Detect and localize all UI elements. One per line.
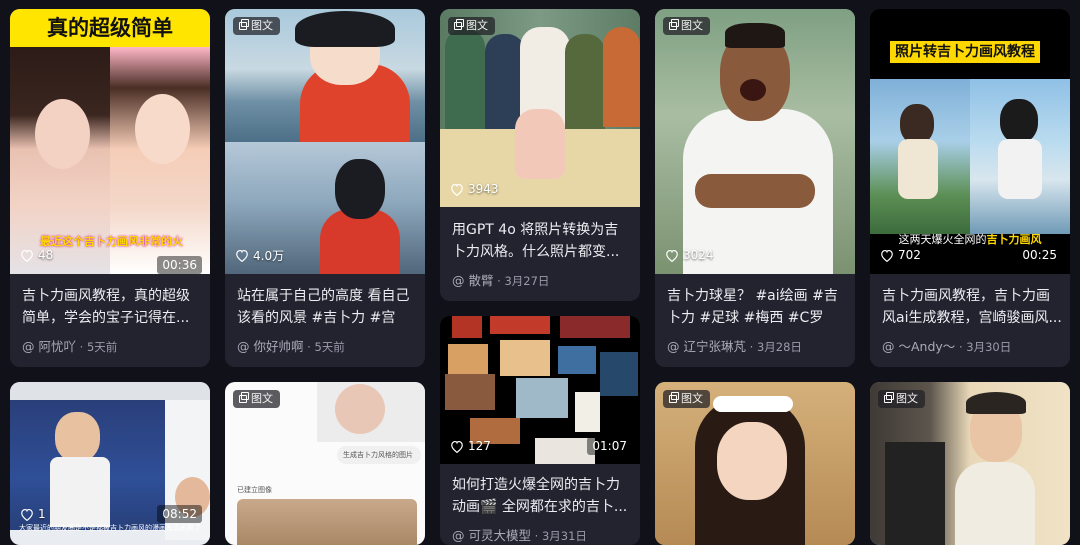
feed-card[interactable]: 图文 3943 用GPT 4o 将照片转换为吉卜力风格。什么照片都变... @ …	[440, 9, 640, 301]
image-gallery-icon	[239, 392, 249, 403]
badge-label: 图文	[896, 392, 918, 405]
thumbnail-caption-highlight: 吉卜力画风	[986, 233, 1042, 246]
card-meta: @ 可灵大模型 · 3月31日	[452, 525, 587, 544]
badge-label: 图文	[251, 392, 273, 405]
like-count-value: 3024	[683, 248, 714, 262]
like-count-value: 3943	[468, 182, 499, 196]
author-name[interactable]: @ 辽宁张琳芃	[667, 339, 746, 354]
thumbnail-banner-text: 照片转吉卜力画风教程	[890, 41, 1040, 63]
badge-label: 图文	[466, 19, 488, 32]
thumbnail-caption: 最近这个吉卜力画风非常的火	[40, 235, 183, 248]
like-count: 4.0万	[235, 246, 284, 264]
author-name[interactable]: @ ～Andy～	[882, 339, 955, 354]
like-count-value: 702	[898, 248, 921, 262]
feed-card[interactable]: 生成吉卜力风格的图片 已建立图像 图文	[225, 382, 425, 545]
image-thumbnail[interactable]: 图文 4.0万	[225, 9, 425, 274]
author-name[interactable]: @ 阿忧吖	[22, 339, 76, 354]
video-thumbnail[interactable]: 照片转吉卜力画风教程 这两天爆火全网的吉卜力画风 702 00:25	[870, 9, 1070, 274]
heart-icon	[451, 183, 463, 196]
chat-bubble-text: 生成吉卜力风格的图片	[343, 451, 413, 459]
media-type-badge: 图文	[448, 17, 495, 35]
media-type-badge: 图文	[233, 17, 280, 35]
video-duration: 01:07	[587, 437, 632, 455]
image-gallery-icon	[239, 19, 249, 30]
image-gallery-icon	[884, 392, 894, 403]
feed-card[interactable]: 图文	[870, 382, 1070, 545]
image-thumbnail[interactable]: 生成吉卜力风格的图片 已建立图像 图文	[225, 382, 425, 545]
video-thumbnail[interactable]: 真的超级简单 最近这个吉卜力画风非常的火 48 00:36	[10, 9, 210, 274]
like-count: 3943	[450, 180, 499, 198]
like-count-value: 1	[38, 507, 46, 521]
card-title[interactable]: 用GPT 4o 将照片转换为吉卜力风格。什么照片都变...	[452, 219, 632, 263]
like-count-value: 127	[468, 439, 491, 453]
card-title[interactable]: 吉卜力画风教程，真的超级简单，学会的宝子记得在...	[22, 285, 202, 329]
card-meta: @ 阿忧吖 · 5天前	[22, 336, 117, 355]
media-type-badge: 图文	[878, 390, 925, 408]
badge-label: 图文	[681, 19, 703, 32]
card-title[interactable]: 吉卜力球星？ #ai绘画 #吉卜力 #足球 #梅西 #C罗	[667, 285, 847, 329]
video-duration: 00:36	[157, 256, 202, 274]
image-thumbnail[interactable]: 图文	[870, 382, 1070, 545]
media-type-badge: 图文	[663, 390, 710, 408]
video-duration: 08:52	[157, 505, 202, 523]
author-name[interactable]: @ 散臂	[452, 273, 493, 288]
author-name[interactable]: @ 可灵大模型	[452, 528, 531, 543]
image-thumbnail[interactable]: 图文 3943	[440, 9, 640, 207]
post-time: · 3月31日	[534, 529, 587, 543]
image-thumbnail[interactable]: 图文	[655, 382, 855, 545]
feed-card[interactable]: 图文 3024 吉卜力球星？ #ai绘画 #吉卜力 #足球 #梅西 #C罗 @ …	[655, 9, 855, 367]
video-thumbnail[interactable]: 大家最近的朋友圈是不是都被吉卜力画风的漫画写真刷屏了 1 08:52	[10, 382, 210, 545]
generated-label: 已建立图像	[237, 486, 272, 494]
heart-icon	[21, 508, 33, 521]
badge-label: 图文	[251, 19, 273, 32]
author-name[interactable]: @ 你好帅啊	[237, 339, 303, 354]
thumbnail-banner: 真的超级简单	[10, 9, 210, 47]
media-type-badge: 图文	[233, 390, 280, 408]
media-type-badge: 图文	[663, 17, 710, 35]
card-meta: @ 辽宁张琳芃 · 3月28日	[667, 336, 802, 355]
like-count: 3024	[665, 246, 714, 264]
image-gallery-icon	[669, 19, 679, 30]
card-title[interactable]: 如何打造火爆全网的吉卜力动画🎬 全网都在求的吉卜...	[452, 474, 632, 518]
like-count: 48	[20, 246, 53, 264]
heart-icon	[666, 249, 678, 262]
like-count-value: 4.0万	[253, 248, 285, 263]
like-count: 1	[20, 505, 46, 523]
thumbnail-caption: 这两天爆火全网的吉卜力画风	[898, 233, 1042, 246]
feed-card[interactable]: 图文 4.0万 站在属于自己的高度 看自己该看的风景 #吉卜力 #宫崎... @…	[225, 9, 425, 367]
card-meta: @ 散臂 · 3月27日	[452, 270, 549, 289]
like-count-value: 48	[38, 248, 54, 262]
image-thumbnail[interactable]: 图文 3024	[655, 9, 855, 274]
thumbnail-banner: 照片转吉卜力画风教程	[870, 33, 1070, 73]
heart-icon	[236, 249, 248, 262]
feed-card[interactable]: 图文	[655, 382, 855, 545]
thumbnail-caption: 大家最近的朋友圈是不是都被吉卜力画风的漫画写真刷屏了	[19, 524, 201, 532]
video-duration: 00:25	[1017, 246, 1062, 264]
badge-label: 图文	[681, 392, 703, 405]
card-meta: @ ～Andy～ · 3月30日	[882, 336, 1011, 355]
like-count: 702	[880, 246, 921, 264]
feed-card[interactable]: 真的超级简单 最近这个吉卜力画风非常的火 48 00:36 吉卜力画风教程，真的…	[10, 9, 210, 367]
heart-icon	[451, 440, 463, 453]
post-time: · 5天前	[79, 340, 118, 354]
post-time: · 5天前	[307, 340, 345, 354]
heart-icon	[21, 249, 33, 262]
card-meta: @ 你好帅啊 · 5天前	[237, 336, 345, 355]
video-thumbnail[interactable]: 127 01:07	[440, 316, 640, 464]
feed-card[interactable]: 127 01:07 如何打造火爆全网的吉卜力动画🎬 全网都在求的吉卜... @ …	[440, 316, 640, 545]
image-gallery-icon	[454, 19, 464, 30]
image-gallery-icon	[669, 392, 679, 403]
like-count: 127	[450, 437, 491, 455]
heart-icon	[881, 249, 893, 262]
feed-card[interactable]: 照片转吉卜力画风教程 这两天爆火全网的吉卜力画风 702 00:25 吉卜力画风…	[870, 9, 1070, 367]
card-title[interactable]: 吉卜力画风教程，吉卜力画风ai生成教程，宫崎骏画风...	[882, 285, 1062, 329]
post-time: · 3月30日	[958, 340, 1012, 354]
post-time: · 3月27日	[497, 274, 550, 288]
post-time: · 3月28日	[749, 340, 802, 354]
card-title[interactable]: 站在属于自己的高度 看自己该看的风景 #吉卜力 #宫崎...	[237, 285, 417, 329]
feed-card[interactable]: 大家最近的朋友圈是不是都被吉卜力画风的漫画写真刷屏了 1 08:52	[10, 382, 210, 545]
